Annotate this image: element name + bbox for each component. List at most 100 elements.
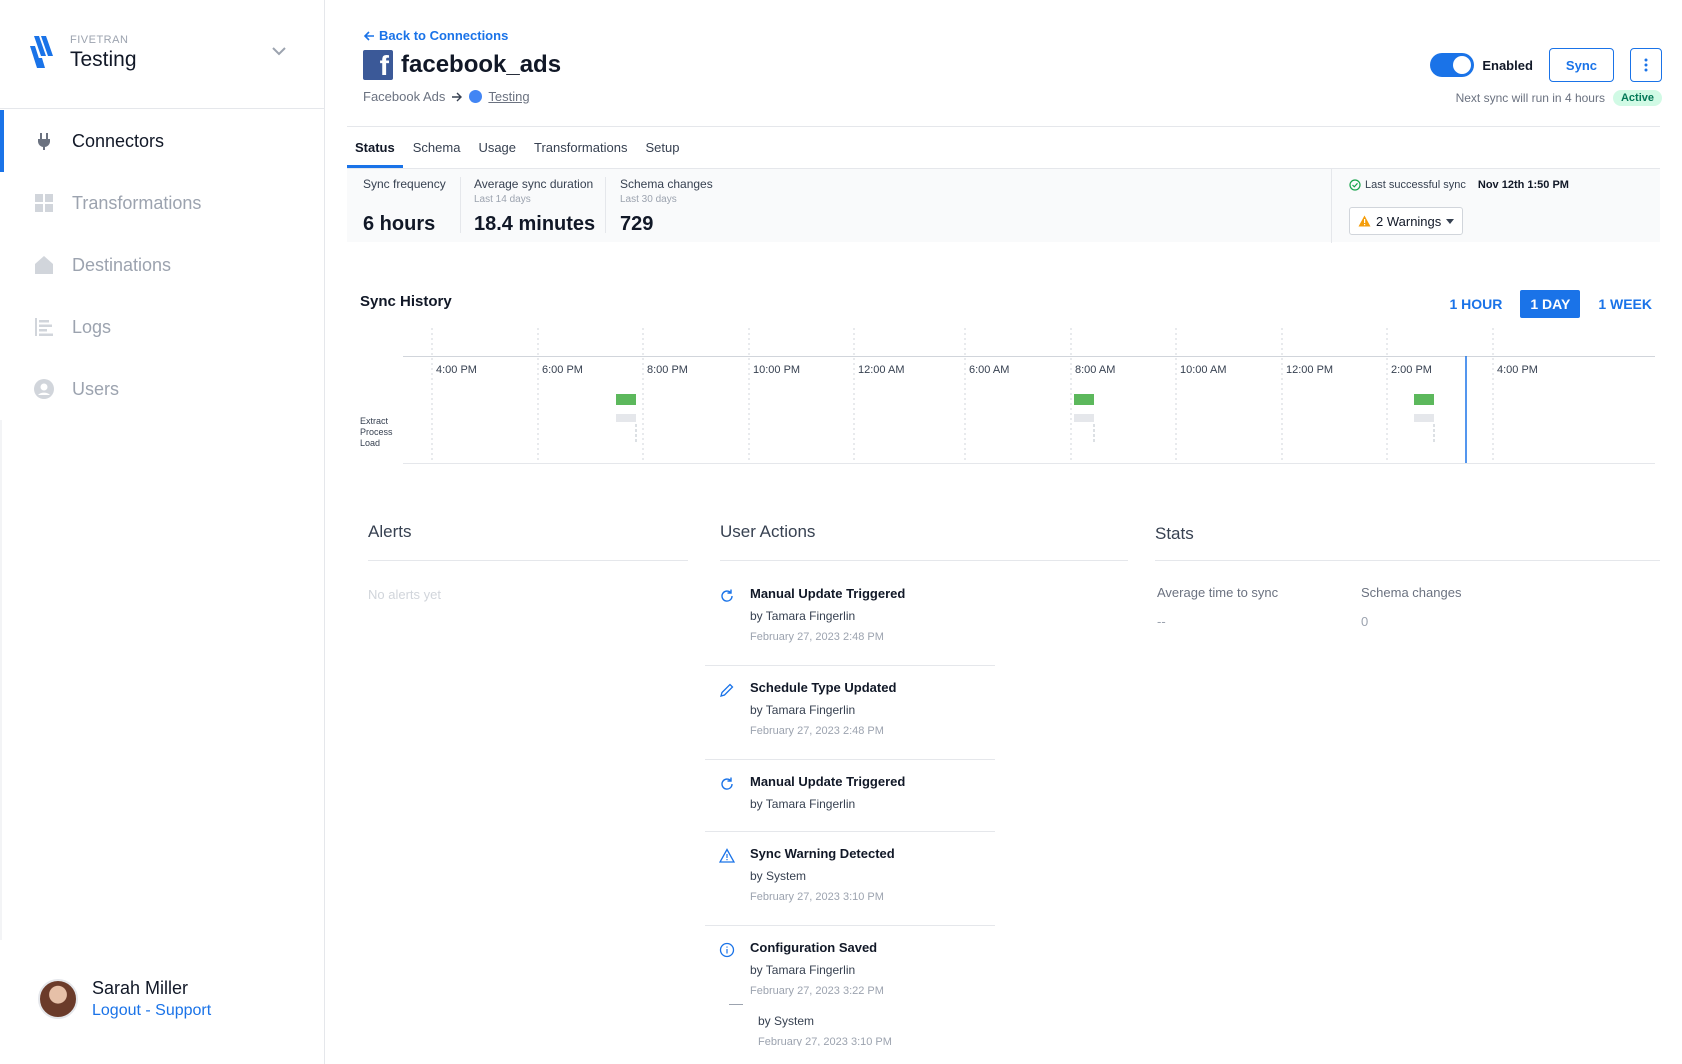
stat-separator: [1331, 169, 1332, 243]
more-options-button[interactable]: [1630, 48, 1662, 82]
sync-history-timeline: Extract Process Load 4:00 PM 6:00 PM 8:00 …: [360, 328, 1660, 468]
breadcrumb-source: Facebook Ads: [363, 89, 446, 104]
stats-summary-bar: Sync frequency 6 hours Average sync dura…: [347, 168, 1660, 243]
tab-bar: Status Schema Usage Transformations Setu…: [347, 130, 689, 168]
action-by: by System: [758, 1014, 815, 1028]
stat-label: Schema changes: [620, 177, 713, 191]
chevron-down-icon[interactable]: [268, 40, 290, 62]
action-by: by Tamara Fingerlin: [750, 797, 856, 811]
stat-value: 0: [1361, 614, 1369, 629]
warnings-dropdown[interactable]: 2 Warnings: [1349, 207, 1464, 235]
action-title: Configuration Saved: [750, 940, 878, 955]
next-sync-info: Next sync will run in 4 hours Active: [1456, 90, 1662, 106]
avg-sync-duration-stat: Average sync duration Last 14 days 18.4 …: [458, 177, 608, 235]
enabled-toggle[interactable]: [1430, 53, 1475, 77]
tab-setup[interactable]: Setup: [637, 130, 687, 168]
alerts-divider: [368, 560, 688, 561]
user-icon: [34, 379, 54, 399]
stat-sublabel: Last 30 days: [620, 194, 677, 205]
workspace-switcher[interactable]: FIVETRAN Testing: [30, 28, 290, 78]
action-date: February 27, 2023 2:48 PM: [750, 631, 884, 643]
sidebar-item-label: Logs: [72, 316, 112, 337]
last-sync-label: Last successful sync: [1365, 179, 1466, 191]
action-by: by Tamara Fingerlin: [750, 609, 856, 623]
sync-frequency-stat: Sync frequency 6 hours: [347, 177, 467, 235]
next-sync-text: Next sync will run in 4 hours: [1455, 91, 1605, 105]
back-link-label: Back to Connections: [379, 28, 509, 43]
process-bar: [1414, 414, 1434, 422]
stat-value: 6 hours: [363, 213, 436, 235]
range-1-hour-button[interactable]: 1 HOUR: [1439, 290, 1512, 318]
timeline-tick-label: 12:00 PM: [1286, 364, 1333, 376]
stat-value: 18.4 minutes: [474, 213, 596, 235]
stat-value: --: [1157, 614, 1166, 629]
user-actions-list: Manual Update Triggered by Tamara Finger…: [705, 572, 995, 1020]
breadcrumb-destination-link[interactable]: Testing: [488, 89, 529, 104]
list-item-partial: by System February 27, 2023 3:10 PM: [705, 1004, 995, 1046]
alerts-empty-text: No alerts yet: [368, 587, 441, 602]
connector-controls: Enabled Sync: [1430, 48, 1662, 82]
kebab-icon: [1644, 58, 1648, 72]
timeline-tick-label: 10:00 AM: [1180, 364, 1226, 376]
caret-down-icon: [1446, 218, 1455, 224]
sidebar-item-users[interactable]: Users: [0, 358, 325, 420]
action-date: February 27, 2023 3:10 PM: [758, 1036, 892, 1046]
timeline-chart: 4:00 PM 6:00 PM 8:00 PM 10:00 PM 12:00 AM 6:0…: [431, 328, 1538, 463]
extract-bar: [1074, 394, 1094, 405]
main-content: Back to Connections f facebook_ads Faceb…: [325, 0, 1682, 1064]
list-item: Sync Warning Detected by System February…: [705, 832, 995, 926]
sidebar-divider: [0, 108, 325, 109]
sidebar-edge: [0, 420, 2, 940]
timeline-tick-label: 4:00 PM: [436, 364, 477, 376]
last-sync-value: Nov 12th 1:50 PM: [1477, 179, 1569, 191]
sidebar-item-connectors[interactable]: Connectors: [0, 110, 325, 172]
list-item: Manual Update Triggered by Tamara Finger…: [705, 572, 995, 666]
schema-changes-count-stat: Schema changes 0: [1361, 585, 1461, 629]
action-title: Manual Update Triggered: [750, 774, 906, 789]
stats-divider: [1155, 560, 1660, 561]
warnings-label: 2 Warnings: [1376, 213, 1442, 229]
process-bar: [616, 414, 636, 422]
list-item: Schedule Type Updated by Tamara Fingerli…: [705, 666, 995, 760]
tab-usage[interactable]: Usage: [470, 130, 524, 168]
range-1-week-button[interactable]: 1 WEEK: [1588, 290, 1662, 318]
fivetran-logo-icon: [30, 36, 53, 68]
back-to-connections-link[interactable]: Back to Connections: [363, 28, 508, 43]
alerts-title: Alerts: [368, 522, 412, 541]
sync-button[interactable]: Sync: [1548, 48, 1614, 82]
user-actions-title: User Actions: [720, 522, 816, 541]
tab-schema[interactable]: Schema: [405, 130, 469, 168]
sidebar-item-logs[interactable]: Logs: [0, 296, 325, 358]
last-successful-sync: Last successful sync Nov 12th 1:50 PM: [1349, 179, 1569, 191]
action-by: by System: [750, 869, 807, 883]
action-date: February 27, 2023 2:48 PM: [750, 725, 884, 737]
timeline-tick-label: 10:00 PM: [753, 364, 800, 376]
timeline-tick-label: 6:00 AM: [969, 364, 1009, 376]
sidebar-item-transformations[interactable]: Transformations: [0, 172, 325, 234]
action-date: February 27, 2023 3:10 PM: [750, 891, 884, 903]
status-badge: Active: [1612, 90, 1662, 106]
sidebar-item-label: Transformations: [72, 192, 202, 213]
arrow-right-icon: [452, 92, 463, 101]
avatar: [38, 979, 78, 1019]
stat-label: Average sync duration: [474, 177, 594, 191]
stat-label: Average time to sync: [1157, 585, 1279, 600]
action-title: Schedule Type Updated: [750, 680, 897, 695]
avg-time-to-sync-stat: Average time to sync --: [1157, 585, 1278, 629]
stat-label: Sync frequency: [363, 177, 446, 191]
plug-icon: [38, 133, 50, 150]
enabled-label: Enabled: [1482, 57, 1533, 73]
range-1-day-button[interactable]: 1 DAY: [1520, 290, 1581, 318]
warning-icon: [719, 848, 735, 863]
logout-support-links[interactable]: Logout - Support: [92, 1002, 211, 1020]
sidebar-item-destinations[interactable]: Destinations: [0, 234, 325, 296]
sidebar-nav: Connectors Transformations Destinations …: [0, 110, 325, 420]
tab-transformations[interactable]: Transformations: [526, 130, 635, 168]
tab-status[interactable]: Status: [347, 130, 403, 168]
breadcrumb: Facebook Ads Testing: [363, 89, 530, 104]
refresh-icon: [721, 589, 733, 602]
stat-value: 729: [620, 213, 654, 235]
extract-bar: [616, 394, 636, 405]
divider-stub: [729, 1004, 743, 1005]
user-name: Sarah Miller: [92, 978, 189, 998]
